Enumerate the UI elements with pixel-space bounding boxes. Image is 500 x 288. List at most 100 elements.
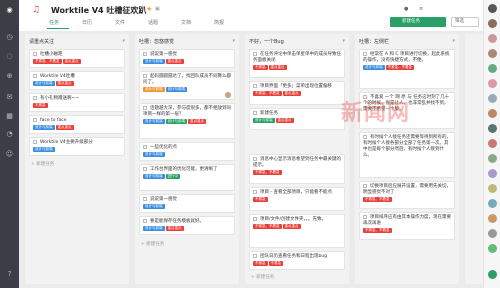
checkbox[interactable] (253, 190, 257, 194)
calendar-icon[interactable]: ▦ (5, 112, 14, 121)
tab-reports[interactable]: 简报 (212, 19, 245, 29)
checkbox[interactable] (363, 215, 367, 219)
task-card[interactable]: 一些优化的点 设计与前端 (139, 142, 235, 161)
add-task-button[interactable]: + 新建任务 (141, 241, 164, 247)
avatar[interactable] (488, 49, 497, 58)
logo-icon[interactable]: ◉ (5, 6, 14, 15)
task-card[interactable]: 团队日历查看任务和日程出现bug 不紧急 不紧急 (249, 251, 345, 270)
checkbox[interactable] (143, 52, 147, 56)
add-task-button[interactable]: + 新建任务 (31, 161, 54, 167)
checkbox[interactable] (33, 118, 37, 122)
help-icon[interactable]: ? (5, 270, 14, 279)
checkbox[interactable] (143, 167, 147, 171)
avatar[interactable] (488, 199, 497, 208)
checkbox[interactable] (253, 111, 257, 115)
checkbox[interactable] (143, 74, 147, 78)
checkbox[interactable] (33, 96, 37, 100)
task-card[interactable]: 项目/文件/创建文件夹，。。先致。 不紧急、不着急 重点重点 (249, 214, 345, 248)
task-card[interactable]: 有小礼物赠送啊~~ 不紧急 (29, 93, 125, 112)
mail-icon[interactable]: ✉ (5, 93, 14, 102)
task-card[interactable]: 新建任务 设计与前端 重点重点 (249, 108, 345, 130)
tab-files[interactable]: 文件 (113, 19, 146, 29)
task-card[interactable]: 项目界面「更多」菜单出现位置偏移 不紧急、不着急 重点重点 (249, 81, 345, 105)
column-menu-icon[interactable]: ▾ (342, 38, 345, 44)
avatar[interactable] (488, 229, 497, 238)
task-card[interactable]: 吐槽小磁距 不紧急、不着急 重点重点 (29, 49, 125, 68)
avatar[interactable] (488, 139, 497, 148)
task-card[interactable]: 起码圆圆圆达了，找回队成员不同算么都问了。 设计与前端 设计与前端 (139, 71, 235, 100)
checkbox[interactable] (253, 217, 257, 221)
avatar[interactable] (488, 154, 497, 163)
avatar[interactable] (488, 244, 497, 253)
checkbox[interactable] (363, 135, 367, 139)
tag: 设计与前端 (33, 125, 55, 130)
avatar[interactable] (488, 94, 497, 103)
menu-icon[interactable]: ≡ (419, 6, 423, 12)
checkbox[interactable] (253, 52, 257, 56)
avatar[interactable] (488, 34, 497, 43)
clock-icon[interactable]: ◷ (5, 33, 14, 42)
task-card[interactable]: 项目 - 查看全部项目，只能看不能点 不紧急 (249, 187, 345, 211)
add-member-icon[interactable] (488, 270, 497, 279)
task-card[interactable]: 经常在 A 和 C 项目进行切换，起此系统的操作，没有快捷方式，不便。 设计与前… (359, 49, 455, 89)
task-title: 一些优化的点 (150, 145, 177, 150)
checkbox[interactable] (33, 140, 37, 144)
avatar[interactable] (488, 19, 497, 28)
new-task-button[interactable]: 新建任务 (390, 17, 446, 27)
tab-docs[interactable]: 文档 (179, 19, 212, 29)
dashboard-icon[interactable]: ◔ (5, 130, 14, 139)
checkbox[interactable] (33, 52, 37, 56)
checkbox[interactable] (143, 197, 147, 201)
avatar[interactable] (488, 124, 497, 133)
task-card[interactable]: 在任务评论中单击单星单中的成员导致任务面板关闭 不紧急 重点重点 (249, 49, 345, 78)
tab-calendar[interactable]: 日历 (80, 19, 113, 29)
task-card[interactable]: 有时候个人接任务还需要等待到所有的，有时候个人接各部分全部了任务第一次。其中也是… (359, 132, 455, 178)
checkbox[interactable] (143, 219, 147, 223)
avatar[interactable] (488, 4, 497, 13)
checkbox[interactable] (143, 106, 147, 110)
user-icon[interactable]: ● (404, 6, 408, 12)
task-title: 有小礼物赠送啊~~ (40, 96, 80, 101)
task-card[interactable]: Worktile V4主要升级部分 设计与前端 (29, 137, 125, 156)
avatar[interactable] (488, 184, 497, 193)
checkbox[interactable] (253, 84, 257, 88)
team-icon[interactable]: ☺ (5, 150, 14, 159)
tag: 设计与前端 (33, 81, 55, 86)
task-card[interactable]: 项目排序应有由其本操作力度，现在需要再次再进 不紧急、不着急 (359, 212, 455, 240)
checkbox[interactable] (363, 184, 367, 188)
task-card[interactable]: 说说第一感觉 设计与前端 重点重点 (139, 49, 235, 68)
add-icon[interactable]: ⊕ (5, 72, 14, 81)
task-card[interactable]: 切换项目后应展开设置，需要用先关切，明显感觉不对了 不紧急、不着急 (359, 181, 455, 209)
filter-dropdown[interactable]: 筛选 (451, 17, 479, 27)
avatar[interactable] (488, 64, 497, 73)
checkbox[interactable] (253, 254, 257, 258)
avatar[interactable] (488, 169, 497, 178)
music-note-icon: ♫ (32, 5, 41, 15)
task-column-partial (465, 34, 483, 284)
task-card[interactable]: face to face 设计与前端 重点重点 (29, 115, 125, 134)
tag: 重点重点 (55, 81, 74, 86)
chat-icon[interactable]: ◌ (5, 52, 14, 61)
checkbox[interactable] (33, 74, 37, 78)
avatar[interactable] (488, 79, 497, 88)
avatar[interactable] (225, 92, 231, 98)
task-card[interactable]: 要是能保存任务模板就好。 设计与前端 重点重点 (139, 216, 235, 235)
task-card[interactable]: 消息中心显示消息希望到任务中最关键的提示。 不紧急、不着急 (249, 154, 345, 184)
star-icon[interactable]: ★ (146, 5, 152, 13)
task-card[interactable]: 说说第一感觉 设计与前端 (139, 194, 235, 213)
column-menu-icon[interactable]: ▾ (452, 38, 455, 44)
column-menu-icon[interactable]: ▾ (232, 38, 235, 44)
add-task-button[interactable]: + 新建任务 (251, 274, 274, 280)
task-card[interactable]: 工作台界面的优化可能，更清晰了 设计与前端 进行中 (139, 164, 235, 191)
task-title: 切换项目后应展开设置，需要用先关切，明显感觉不对了 (363, 184, 451, 195)
task-title: Worktile V4主要升级部分 (40, 140, 93, 145)
avatar[interactable] (488, 109, 497, 118)
task-card[interactable]: Worktile V4吐槽 设计与前端 重点重点 (29, 71, 125, 90)
task-card[interactable]: 话题越大深，参与度很多，都不相放到同项目一样的第一层？ 设计与前端 设计与前端 重点… (139, 103, 235, 139)
checkbox[interactable] (143, 145, 147, 149)
avatar[interactable] (488, 214, 497, 223)
checkbox[interactable] (253, 157, 257, 161)
column-menu-icon[interactable]: ▾ (122, 38, 125, 44)
tab-topics[interactable]: 话题 (146, 19, 179, 29)
checkbox[interactable] (363, 52, 367, 56)
